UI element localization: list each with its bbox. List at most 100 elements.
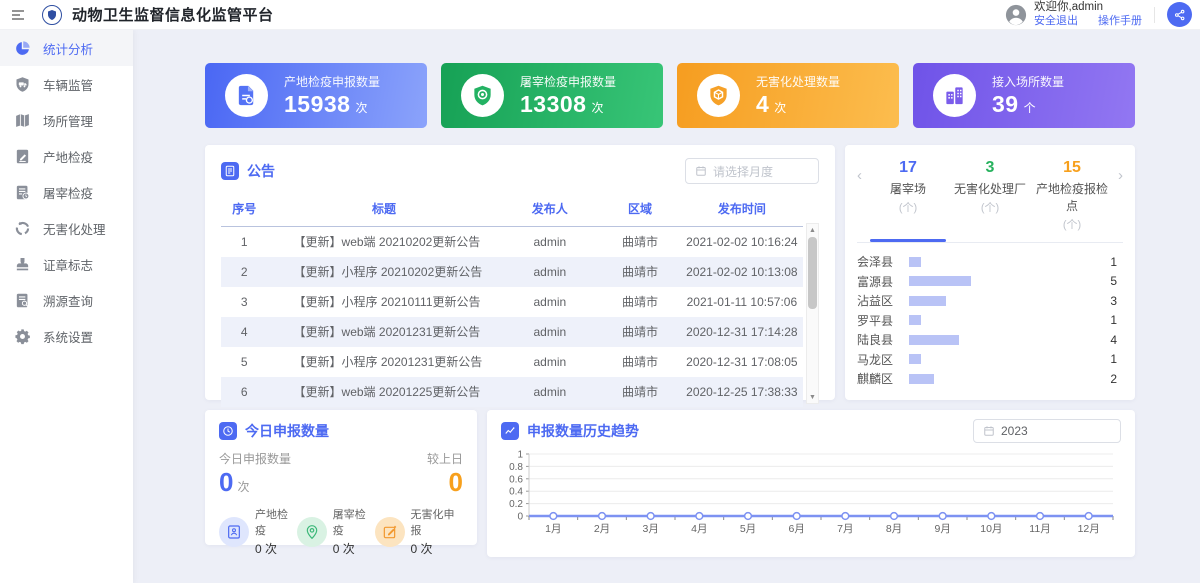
bar bbox=[909, 296, 946, 306]
table-scrollbar[interactable]: ▲ ▼ bbox=[806, 223, 819, 404]
table-cell: 【更新】web端 20201225更新公告 bbox=[268, 377, 501, 407]
manual-link[interactable]: 操作手册 bbox=[1098, 15, 1142, 29]
facility-tab-1[interactable]: 17屠宰场(个) bbox=[867, 155, 949, 242]
today-panel: 今日申报数量 今日申报数量 0 次 较上日 0 产地检疫0 次屠宰检疫0 次无害… bbox=[205, 410, 477, 545]
pie-chart-icon bbox=[14, 40, 31, 57]
table-cell: 6 bbox=[221, 377, 268, 407]
table-cell: 2021-02-02 10:16:24 bbox=[681, 227, 803, 257]
stat-card-icon-circle bbox=[225, 74, 268, 117]
scroll-thumb[interactable] bbox=[808, 237, 817, 309]
table-row[interactable]: 3【更新】小程序 20210111更新公告admin曲靖市2021-01-11 … bbox=[221, 287, 803, 317]
sidebar-item-5[interactable]: 屠宰检疫 bbox=[0, 174, 133, 210]
svg-text:12月: 12月 bbox=[1078, 523, 1100, 535]
today-count-label: 今日申报数量 bbox=[219, 450, 291, 467]
today-item-value: 0 次 bbox=[255, 540, 297, 557]
table-row[interactable]: 2【更新】小程序 20210202更新公告admin曲靖市2021-02-02 … bbox=[221, 257, 803, 287]
sidebar-item-8[interactable]: 溯源查询 bbox=[0, 282, 133, 318]
facility-tab-3[interactable]: 15产地检疫报检点(个) bbox=[1031, 155, 1113, 242]
chevron-left-icon[interactable]: ‹ bbox=[857, 155, 867, 242]
scroll-down-arrow-icon[interactable]: ▼ bbox=[807, 391, 818, 403]
bar-value: 5 bbox=[1110, 274, 1123, 288]
facility-tab-label: 产地检疫报检点 bbox=[1031, 180, 1113, 214]
announcements-table: 序号标题发布人区域发布时间 1【更新】web端 20210202更新公告admi… bbox=[221, 193, 803, 407]
map-icon bbox=[14, 112, 31, 129]
document-clock-icon bbox=[14, 184, 31, 201]
table-cell: 曲靖市 bbox=[599, 317, 680, 347]
table-cell: 5 bbox=[221, 347, 268, 377]
bar-row: 麒麟区2 bbox=[857, 369, 1123, 389]
stat-card-unit: 次 bbox=[774, 99, 786, 116]
announcement-doc-icon bbox=[221, 162, 239, 180]
bar-row: 沾益区3 bbox=[857, 291, 1123, 311]
today-item-2: 屠宰检疫0 次 bbox=[297, 506, 375, 557]
svg-text:5月: 5月 bbox=[740, 523, 756, 535]
location-pin-icon bbox=[297, 517, 327, 547]
table-row[interactable]: 5【更新】小程序 20201231更新公告admin曲靖市2020-12-31 … bbox=[221, 347, 803, 377]
year-picker[interactable]: 2023 bbox=[973, 419, 1121, 443]
scroll-up-arrow-icon[interactable]: ▲ bbox=[807, 224, 818, 236]
sidebar-item-3[interactable]: 场所管理 bbox=[0, 102, 133, 138]
bar-category-label: 会泽县 bbox=[857, 253, 907, 270]
bar-category-label: 罗平县 bbox=[857, 312, 907, 329]
svg-text:3月: 3月 bbox=[642, 523, 658, 535]
table-cell: 曲靖市 bbox=[599, 347, 680, 377]
bar-value: 2 bbox=[1110, 372, 1123, 386]
sidebar-item-4[interactable]: 产地检疫 bbox=[0, 138, 133, 174]
bar bbox=[909, 354, 921, 364]
sidebar-item-6[interactable]: 无害化处理 bbox=[0, 210, 133, 246]
bar-row: 马龙区1 bbox=[857, 350, 1123, 370]
today-item-1: 产地检疫0 次 bbox=[219, 506, 297, 557]
table-row[interactable]: 6【更新】web端 20201225更新公告admin曲靖市2020-12-25… bbox=[221, 377, 803, 407]
month-picker-placeholder: 请选择月度 bbox=[713, 163, 773, 180]
share-icon bbox=[1173, 8, 1187, 22]
facility-tab-2[interactable]: 3无害化处理厂(个) bbox=[949, 155, 1031, 242]
month-picker[interactable]: 请选择月度 bbox=[685, 158, 819, 184]
active-tab-underline bbox=[870, 239, 946, 242]
stat-card-4: 接入场所数量39个 bbox=[913, 63, 1135, 128]
svg-text:0: 0 bbox=[517, 512, 523, 523]
svg-text:11月: 11月 bbox=[1029, 523, 1050, 535]
svg-text:7月: 7月 bbox=[837, 523, 853, 535]
bar bbox=[909, 335, 959, 345]
clock-icon bbox=[219, 422, 237, 440]
bar-category-label: 陆良县 bbox=[857, 331, 907, 348]
logout-link[interactable]: 安全退出 bbox=[1034, 15, 1078, 29]
sidebar-item-2[interactable]: 车辆监管 bbox=[0, 66, 133, 102]
bar-category-label: 马龙区 bbox=[857, 351, 907, 368]
svg-text:0.6: 0.6 bbox=[509, 474, 523, 485]
welcome-text: 欢迎你,admin bbox=[1034, 0, 1142, 14]
share-button[interactable] bbox=[1167, 2, 1192, 27]
vs-yesterday-label: 较上日 bbox=[427, 450, 463, 467]
svg-text:0.4: 0.4 bbox=[509, 487, 523, 498]
svg-text:8月: 8月 bbox=[886, 523, 902, 535]
stat-card-3: 无害化处理数量4次 bbox=[677, 63, 899, 128]
table-cell: 3 bbox=[221, 287, 268, 317]
table-cell: 曲靖市 bbox=[599, 377, 680, 407]
sidebar: 统计分析车辆监管场所管理产地检疫屠宰检疫无害化处理证章标志溯源查询系统设置 bbox=[0, 30, 133, 583]
svg-text:10月: 10月 bbox=[980, 523, 1002, 535]
stat-card-icon-circle bbox=[461, 74, 504, 117]
announcements-panel: 公告 请选择月度 序号标题发布人区域发布时间 1【更新】web端 2021020… bbox=[205, 145, 835, 400]
sidebar-item-9[interactable]: 系统设置 bbox=[0, 318, 133, 354]
table-cell: 1 bbox=[221, 227, 268, 257]
sidebar-item-7[interactable]: 证章标志 bbox=[0, 246, 133, 282]
table-cell: admin bbox=[500, 257, 599, 287]
menu-toggle-icon[interactable] bbox=[10, 7, 26, 23]
sidebar-item-label: 无害化处理 bbox=[43, 219, 106, 238]
stat-card-2: 屠宰检疫申报数量13308次 bbox=[441, 63, 663, 128]
table-row[interactable]: 4【更新】web端 20201231更新公告admin曲靖市2020-12-31… bbox=[221, 317, 803, 347]
top-header: 动物卫生监督信息化监管平台 欢迎你,admin 安全退出 操作手册 bbox=[0, 0, 1200, 30]
table-cell: admin bbox=[500, 377, 599, 407]
trend-panel-title: 申报数量历史趋势 bbox=[527, 421, 639, 441]
column-header: 标题 bbox=[268, 193, 501, 227]
today-panel-title: 今日申报数量 bbox=[245, 421, 329, 441]
avatar[interactable] bbox=[1005, 4, 1027, 26]
stat-card-icon-circle bbox=[933, 74, 976, 117]
sidebar-item-1[interactable]: 统计分析 bbox=[0, 30, 133, 66]
facility-panel: ‹ 17屠宰场(个)3无害化处理厂(个)15产地检疫报检点(个) › 会泽县1富… bbox=[845, 145, 1135, 400]
stat-card-label: 产地检疫申报数量 bbox=[284, 73, 380, 90]
stat-card-unit: 次 bbox=[355, 99, 367, 116]
chevron-right-icon[interactable]: › bbox=[1113, 155, 1123, 242]
bar-value: 3 bbox=[1110, 294, 1123, 308]
table-row[interactable]: 1【更新】web端 20210202更新公告admin曲靖市2021-02-02… bbox=[221, 227, 803, 257]
